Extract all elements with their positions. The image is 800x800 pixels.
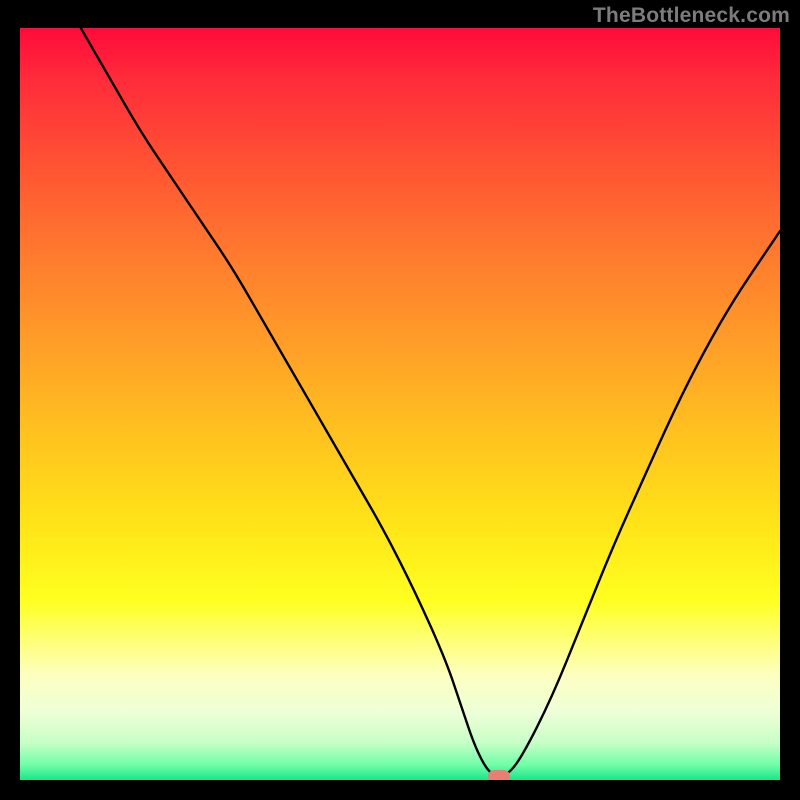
minimum-marker: [488, 770, 510, 780]
chart-frame: TheBottleneck.com: [0, 0, 800, 800]
bottleneck-curve: [20, 28, 780, 780]
plot-area: [20, 28, 780, 780]
watermark-text: TheBottleneck.com: [593, 4, 790, 28]
